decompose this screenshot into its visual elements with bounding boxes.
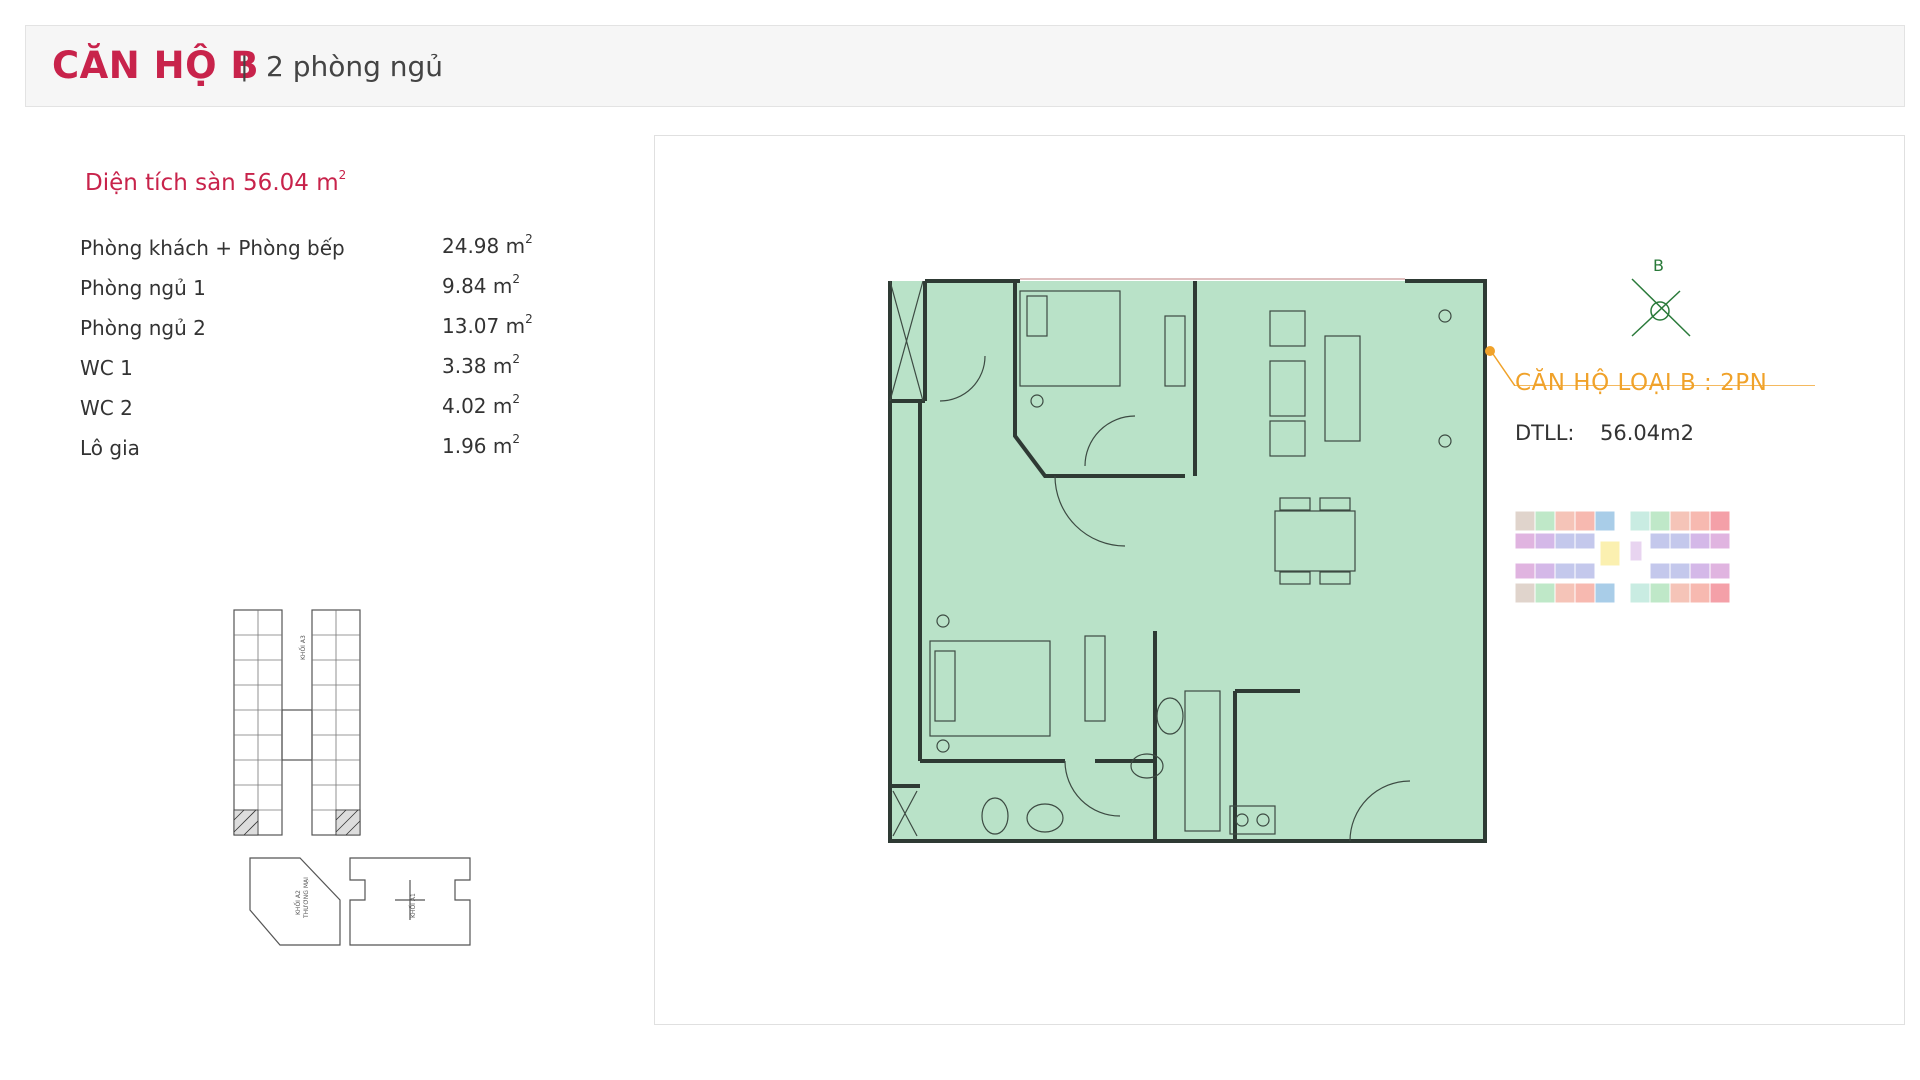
room-name: Phòng khách + Phòng bếp: [80, 236, 345, 260]
room-name: Phòng ngủ 1: [80, 276, 206, 300]
room-name: WC 1: [80, 356, 133, 380]
room-area-value: 9.84 m: [442, 274, 513, 298]
room-row: Phòng ngủ 1 9.84 m2: [80, 270, 600, 310]
keyplan-label-a1: KHỐI A1: [409, 893, 417, 918]
keyplan-core: [281, 709, 313, 761]
dtll-value: 56.04m2: [1600, 421, 1694, 445]
page-header: CĂN HỘ B | 2 phòng ngủ: [25, 25, 1905, 107]
room-area-value: 13.07 m: [442, 314, 526, 338]
keyplan-label-a3: KHỐI A3: [299, 635, 307, 660]
room-name: Lô gia: [80, 436, 140, 460]
total-area: Diện tích sàn 56.04 m2: [85, 168, 347, 196]
room-name: Phòng ngủ 2: [80, 316, 206, 340]
room-area-value: 24.98 m: [442, 234, 526, 258]
total-area-text: Diện tích sàn 56.04 m: [85, 170, 339, 196]
apartment-title: CĂN HỘ B: [52, 44, 260, 87]
keyplan-label-a2-sub: THƯƠNG MẠI: [303, 877, 310, 919]
room-area: 4.02 m2: [442, 392, 521, 418]
room-area-value: 4.02 m: [442, 394, 513, 418]
room-row: WC 2 4.02 m2: [80, 390, 600, 430]
room-area: 3.38 m2: [442, 352, 521, 378]
room-row: Phòng ngủ 2 13.07 m2: [80, 310, 600, 350]
building-key-plan: KHỐI A3 KHỐI A2 THƯƠNG MẠI KHỐI A1: [233, 609, 471, 946]
room-area-sup: 2: [525, 232, 533, 246]
room-area-value: 1.96 m: [442, 434, 513, 458]
apartment-type-label: CĂN HỘ LOẠI B : 2PN: [1515, 370, 1768, 396]
floor-plan-panel: B CĂN HỘ LOẠI B : 2PN DTLL: 56.04m2: [654, 135, 1905, 1025]
room-area-sup: 2: [512, 272, 521, 286]
room-area-sup: 2: [512, 352, 521, 366]
room-area: 24.98 m2: [442, 232, 533, 258]
total-area-unit-sup: 2: [338, 168, 347, 182]
keyplan-label-a2: KHỐI A2: [294, 890, 302, 915]
room-name: WC 2: [80, 396, 133, 420]
room-area: 9.84 m2: [442, 272, 521, 298]
room-area-value: 3.38 m: [442, 354, 513, 378]
compass-icon: B: [1631, 256, 1691, 337]
room-area-sup: 2: [512, 432, 521, 446]
room-row: WC 1 3.38 m2: [80, 350, 600, 390]
room-area-sup: 2: [525, 312, 533, 326]
title-separator: |: [240, 52, 249, 82]
room-row: Phòng khách + Phòng bếp 24.98 m2: [80, 230, 600, 270]
floor-units-minimap: [1515, 511, 1730, 604]
room-row: Lô gia 1.96 m2: [80, 430, 600, 470]
room-area-sup: 2: [512, 392, 521, 406]
room-area: 13.07 m2: [442, 312, 533, 338]
dtll-label: DTLL:: [1515, 421, 1575, 445]
floor-area: [890, 281, 1485, 843]
room-area-list: Phòng khách + Phòng bếp 24.98 m2 Phòng ng…: [80, 230, 600, 470]
apartment-subtitle: 2 phòng ngủ: [266, 50, 444, 83]
room-area: 1.96 m2: [442, 432, 521, 458]
compass-letter: B: [1653, 256, 1664, 275]
floor-plan-drawing: [888, 278, 1487, 843]
